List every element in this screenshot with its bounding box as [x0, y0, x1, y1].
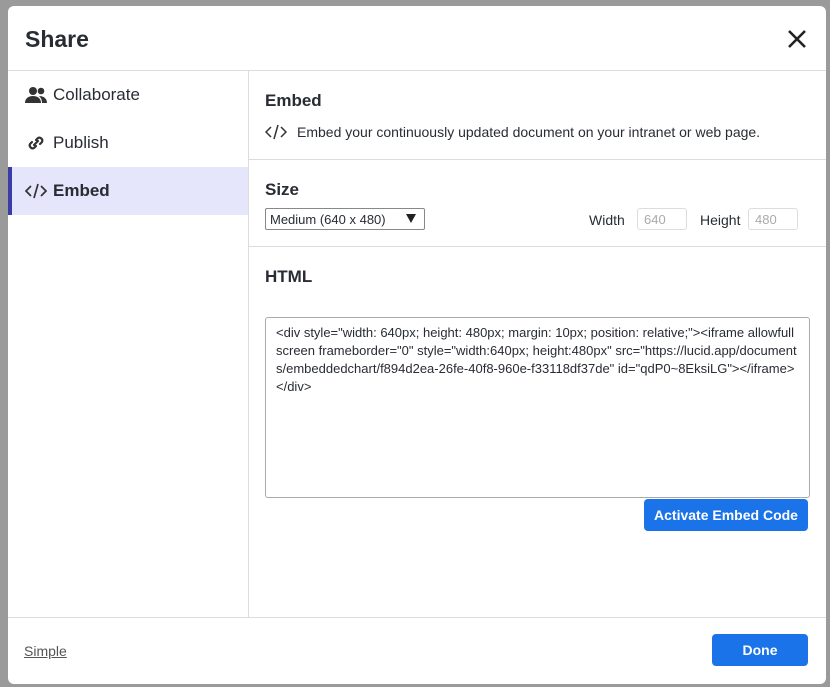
sidebar-item-collaborate[interactable]: Collaborate [8, 71, 248, 119]
embed-heading: Embed [265, 91, 322, 110]
code-icon [25, 181, 47, 201]
dialog-footer: Simple Done [8, 617, 826, 684]
link-icon [25, 133, 47, 153]
embed-code-textarea[interactable]: <div style="width: 640px; height: 480px;… [265, 317, 810, 498]
activate-embed-code-button[interactable]: Activate Embed Code [644, 499, 808, 531]
height-label: Height [700, 212, 741, 228]
caret-down-icon [406, 214, 416, 223]
height-input[interactable]: 480 [748, 208, 798, 230]
dialog-title: Share [25, 26, 89, 52]
sidebar-item-label: Publish [53, 133, 109, 152]
embed-panel: Embed Embed your continuously updated do… [249, 71, 826, 617]
embed-description: Embed your continuously updated document… [297, 124, 761, 140]
dialog-header: Share [8, 6, 826, 71]
size-section: Size Medium (640 x 480) Width 640 Height… [249, 160, 826, 247]
html-heading: HTML [265, 267, 313, 286]
code-icon [265, 124, 287, 140]
sidebar-item-label: Embed [53, 181, 110, 200]
sidebar-item-embed[interactable]: Embed [8, 167, 248, 215]
width-input[interactable]: 640 [637, 208, 687, 230]
html-section: HTML <div style="width: 640px; height: 4… [249, 247, 826, 498]
people-icon [25, 85, 47, 105]
size-select[interactable]: Medium (640 x 480) [265, 208, 425, 230]
sidebar-item-label: Collaborate [53, 85, 140, 104]
close-icon[interactable] [784, 26, 810, 52]
sidebar-item-publish[interactable]: Publish [8, 119, 248, 167]
done-button[interactable]: Done [712, 634, 808, 666]
simple-link[interactable]: Simple [24, 643, 67, 659]
size-heading: Size [265, 180, 300, 199]
share-dialog: Share Collaborate Publish Embed Embed Em… [8, 6, 826, 684]
embed-section: Embed Embed your continuously updated do… [249, 71, 826, 160]
sidebar: Collaborate Publish Embed [8, 71, 249, 617]
width-label: Width [589, 212, 625, 228]
size-select-value: Medium (640 x 480) [270, 212, 386, 227]
